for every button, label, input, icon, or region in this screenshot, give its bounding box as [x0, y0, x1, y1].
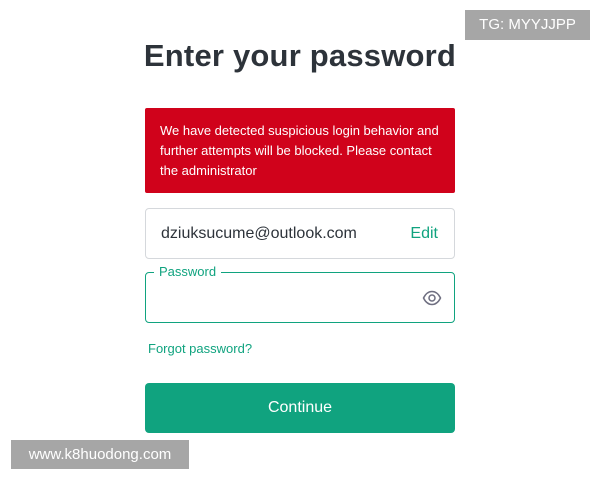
error-alert: We have detected suspicious login behavi… — [145, 108, 455, 193]
password-input[interactable] — [158, 285, 412, 313]
login-page: Enter your password We have detected sus… — [0, 0, 600, 480]
continue-button[interactable]: Continue — [145, 383, 455, 433]
site-watermark-badge: www.k8huodong.com — [11, 440, 189, 469]
password-field: Password — [145, 264, 455, 323]
edit-email-link[interactable]: Edit — [410, 225, 438, 243]
tg-watermark-badge: TG: MYYJJPP — [465, 10, 590, 40]
forgot-password-link[interactable]: Forgot password? — [148, 341, 252, 356]
email-value: dziuksucume@outlook.com — [161, 225, 357, 242]
page-title: Enter your password — [143, 38, 457, 73]
password-label: Password — [154, 264, 222, 279]
email-display-field: dziuksucume@outlook.com Edit — [145, 208, 455, 259]
eye-icon[interactable] — [422, 289, 442, 307]
